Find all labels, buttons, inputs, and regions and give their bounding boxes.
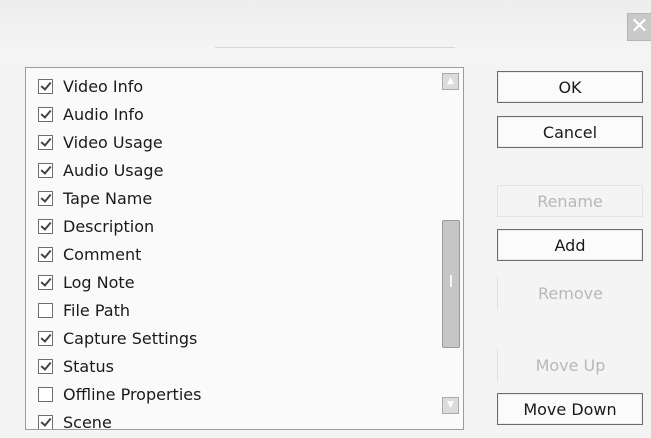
close-icon: ✕ — [630, 14, 649, 39]
list-item-label: Description — [63, 216, 155, 236]
list-item-label: Scene — [63, 412, 112, 430]
rename-button[interactable]: Rename — [497, 185, 643, 217]
list-item[interactable]: Description — [38, 214, 154, 238]
grip-line — [450, 275, 452, 287]
list-scrollbar[interactable]: ▲ ▼ — [438, 68, 463, 429]
checkbox-checked[interactable] — [38, 106, 53, 122]
checkbox-checked[interactable] — [38, 274, 53, 290]
list-item[interactable]: File Path — [38, 298, 130, 322]
scroll-down-button[interactable]: ▼ — [442, 397, 459, 414]
list-item[interactable]: Video Usage — [38, 130, 163, 154]
checkbox-checked[interactable] — [38, 134, 53, 150]
list-item-label: Video Usage — [63, 132, 163, 152]
cancel-button[interactable]: Cancel — [497, 116, 643, 148]
list-item-label: Offline Properties — [63, 384, 202, 404]
list-item-label: Log Note — [63, 272, 135, 292]
move-down-button[interactable]: Move Down — [497, 393, 643, 425]
list-item[interactable]: Tape Name — [38, 186, 152, 210]
checkbox-unchecked[interactable] — [38, 302, 53, 318]
checkbox-checked[interactable] — [38, 358, 53, 374]
list-item[interactable]: Video Info — [38, 74, 143, 98]
move-up-button[interactable]: Move Up — [497, 349, 643, 381]
checkbox-checked[interactable] — [38, 162, 53, 178]
remove-button[interactable]: Remove — [497, 277, 643, 309]
list-item-label: Comment — [63, 244, 142, 264]
chevron-down-icon: ▼ — [447, 400, 454, 410]
checkbox-checked[interactable] — [38, 246, 53, 262]
checkbox-checked[interactable] — [38, 330, 53, 346]
checkbox-checked[interactable] — [38, 218, 53, 234]
scroll-thumb[interactable] — [442, 220, 460, 348]
list-item[interactable]: Offline Properties — [38, 382, 201, 406]
list-item-label: Tape Name — [63, 188, 153, 208]
chevron-up-icon: ▲ — [447, 76, 454, 86]
list-item-label: Audio Info — [63, 104, 144, 124]
list-item[interactable]: Audio Usage — [38, 158, 163, 182]
list-item-label: Video Info — [63, 76, 144, 96]
dialog-title-bar: ✕ — [0, 0, 651, 62]
list-item[interactable]: Capture Settings — [38, 326, 197, 350]
close-button[interactable]: ✕ — [627, 13, 651, 41]
checkbox-unchecked[interactable] — [38, 386, 53, 402]
checkbox-checked[interactable] — [38, 414, 53, 429]
checkbox-checked[interactable] — [38, 78, 53, 94]
add-button[interactable]: Add — [497, 229, 643, 261]
column-list[interactable]: Video Info Audio Info Video Usage Audio Usa… — [25, 67, 464, 430]
list-item[interactable]: Log Note — [38, 270, 135, 294]
list-item-label: Audio Usage — [63, 160, 164, 180]
ok-button[interactable]: OK — [497, 71, 643, 103]
list-item-label: Capture Settings — [63, 328, 198, 348]
list-item-label: File Path — [63, 300, 131, 320]
scroll-up-button[interactable]: ▲ — [442, 73, 459, 90]
checkbox-checked[interactable] — [38, 190, 53, 206]
title-divider — [215, 47, 455, 48]
list-item[interactable]: Scene — [38, 410, 112, 430]
list-item[interactable]: Status — [38, 354, 114, 378]
list-item-label: Status — [63, 356, 114, 376]
list-item[interactable]: Comment — [38, 242, 141, 266]
list-item[interactable]: Audio Info — [38, 102, 144, 126]
